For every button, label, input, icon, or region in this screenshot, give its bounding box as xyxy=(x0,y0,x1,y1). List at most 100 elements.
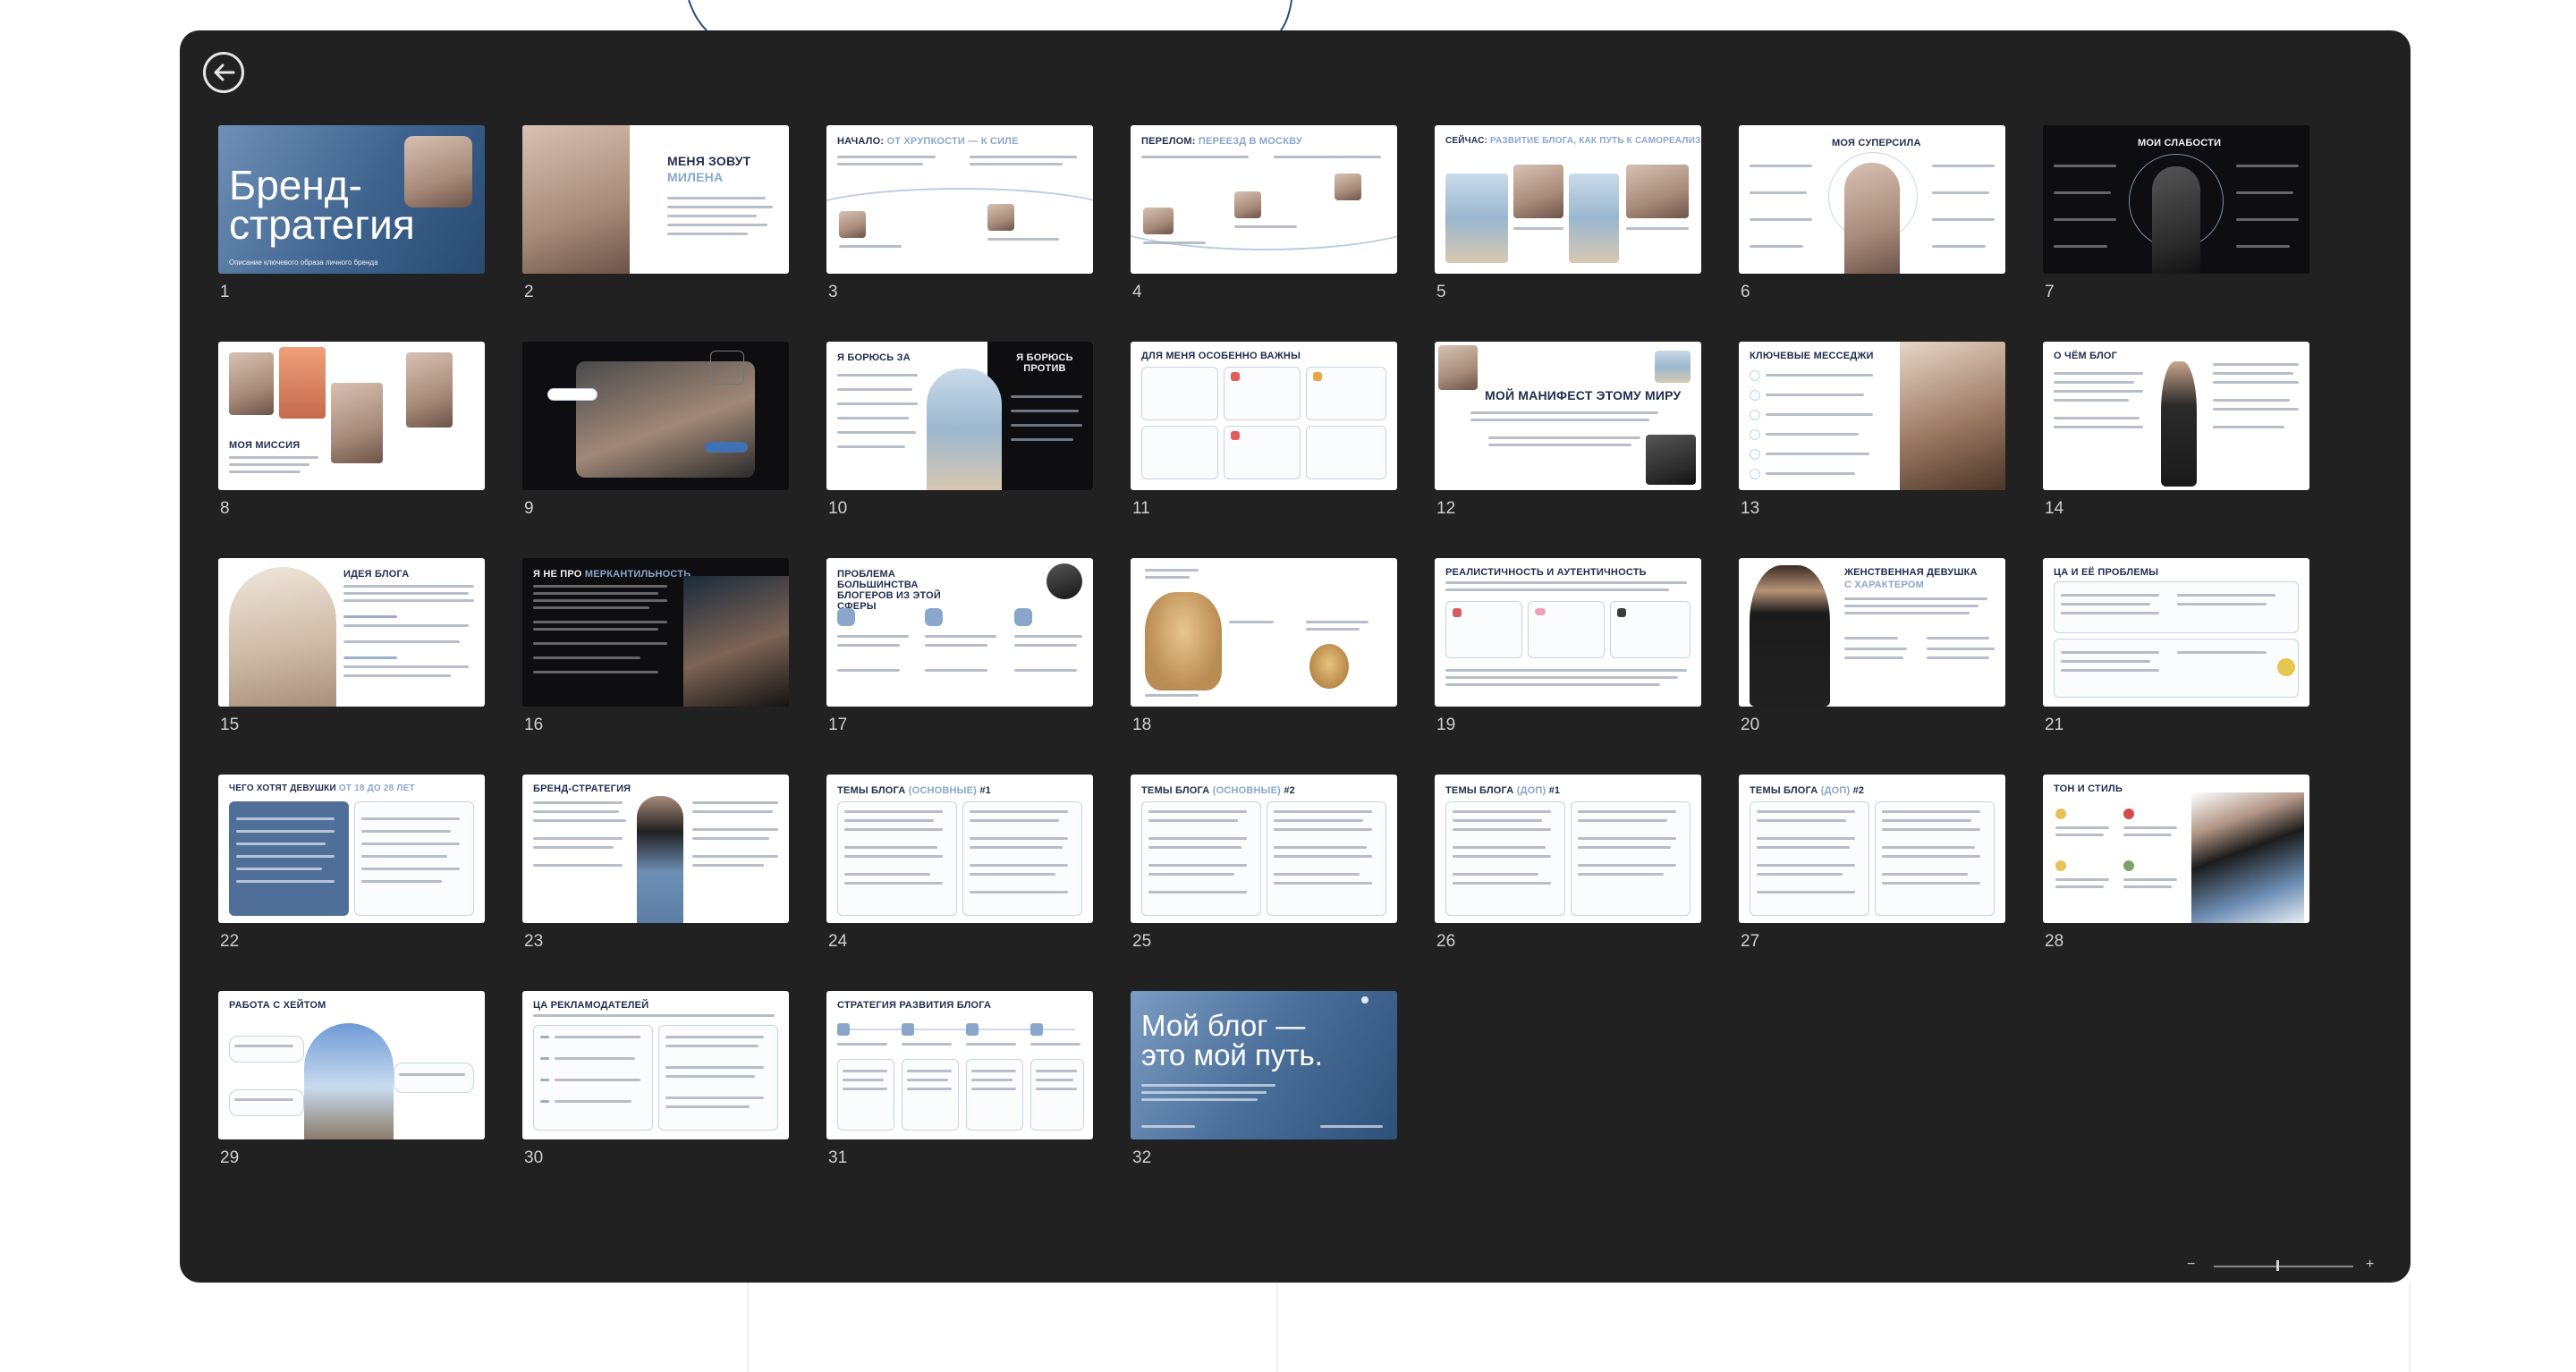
slide-number: 9 xyxy=(524,499,534,518)
slide-number: 26 xyxy=(1436,932,1456,951)
slide-thumbnail[interactable]: БРЕНД-СТРАТЕГИЯ 23 xyxy=(522,775,789,951)
slide-preview: О ЧЁМ БЛОГ xyxy=(2043,342,2309,490)
slide-title: СЕЙЧАС: xyxy=(1445,136,1488,146)
photo xyxy=(1569,174,1619,263)
slide-title: Мой блог — это мой путь. xyxy=(1141,1009,1323,1071)
portrait-photo xyxy=(1900,342,2005,490)
slide-thumbnail[interactable]: ЖЕНСТВЕННАЯ ДЕВУШКА С ХАРАКТЕРОМ 20 xyxy=(1739,558,2005,734)
portrait-photo xyxy=(683,576,789,707)
slide-number: 25 xyxy=(1132,932,1152,951)
slide-title: СТРАТЕГИЯ РАЗВИТИЯ БЛОГА xyxy=(837,1000,992,1011)
slide-title-accent: (ОСНОВНЫЕ) xyxy=(1212,785,1282,796)
photo xyxy=(229,352,274,415)
slides-grid: Бренд- стратегия Описание ключевого обра… xyxy=(218,125,2309,1167)
slide-number: 31 xyxy=(828,1148,848,1167)
photo xyxy=(304,1023,394,1139)
slide-thumbnail[interactable]: Я БОРЮСЬ ЗА Я БОРЮСЬ ПРОТИВ 10 xyxy=(826,342,1093,518)
slide-thumbnail[interactable]: 18 xyxy=(1131,558,1397,734)
slide-number: 30 xyxy=(524,1148,544,1167)
slide-thumbnail[interactable]: СТРАТЕГИЯ РАЗВИТИЯ БЛОГА 31 xyxy=(826,991,1093,1167)
slide-thumbnail[interactable]: ТЕМЫ БЛОГА (ОСНОВНЫЕ) #1 24 xyxy=(826,775,1093,951)
slide-title-accent: (ДОП) xyxy=(1820,785,1851,796)
zoom-out-button[interactable]: − xyxy=(2187,1257,2195,1273)
photo xyxy=(1234,191,1261,218)
slide-preview: РЕАЛИСТИЧНОСТЬ И АУТЕНТИЧНОСТЬ xyxy=(1435,558,1701,707)
photo xyxy=(927,368,1002,490)
slide-thumbnail[interactable]: Я НЕ ПРО МЕРКАНТИЛЬНОСТЬ 16 xyxy=(522,558,789,734)
slide-number: 23 xyxy=(524,932,544,951)
slide-preview: ЖЕНСТВЕННАЯ ДЕВУШКА С ХАРАКТЕРОМ xyxy=(1739,558,2005,707)
slide-number: 2 xyxy=(524,283,534,301)
slide-preview: МОЯ МИССИЯ xyxy=(218,342,485,490)
slide-title: ЖЕНСТВЕННАЯ ДЕВУШКА xyxy=(1844,567,1978,578)
portrait-photo xyxy=(2152,166,2200,274)
slide-number: 7 xyxy=(2045,283,2055,301)
slide-thumbnail[interactable]: Бренд- стратегия Описание ключевого обра… xyxy=(218,125,485,301)
slide-preview: СЕЙЧАС: РАЗВИТИЕ БЛОГА, КАК ПУТЬ К САМОР… xyxy=(1435,125,1701,274)
slide-thumbnail[interactable]: МОЯ МИССИЯ 8 xyxy=(218,342,485,518)
photo xyxy=(1626,165,1689,218)
slide-preview: МОИ СЛАБОСТИ xyxy=(2043,125,2309,274)
photo xyxy=(987,204,1014,231)
slide-thumbnail[interactable]: МОЯ СУПЕРСИЛА 6 xyxy=(1739,125,2005,301)
slide-thumbnail[interactable]: ТЕМЫ БЛОГА (ДОП) #2 27 xyxy=(1739,775,2005,951)
slide-number: 18 xyxy=(1132,716,1152,734)
slide-title-tail: #2 xyxy=(1284,785,1295,796)
slide-number: 15 xyxy=(220,716,240,734)
slide-thumbnail[interactable]: МЕНЯ ЗОВУТ МИЛЕНА 2 xyxy=(522,125,789,301)
slide-title: Бренд- стратегия xyxy=(229,162,415,248)
page: Бренд- стратегия Описание ключевого обра… xyxy=(0,0,2576,1372)
caption-bubble xyxy=(705,442,748,453)
slide-title: МОЙ МАНИФЕСТ ЭТОМУ МИРУ xyxy=(1485,388,1682,402)
slide-number: 22 xyxy=(220,932,240,951)
slide-number: 13 xyxy=(1741,499,1760,518)
slide-preview: ЧЕГО ХОТЯТ ДЕВУШКИ ОТ 18 ДО 28 ЛЕТ xyxy=(218,775,485,923)
zoom-control: − + xyxy=(2187,1257,2384,1273)
slide-thumbnail[interactable]: ПЕРЕЛОМ: ПЕРЕЕЗД В МОСКВУ 4 xyxy=(1131,125,1397,301)
slide-thumbnail[interactable]: 9 xyxy=(522,342,789,518)
slide-thumbnail[interactable]: МОЙ МАНИФЕСТ ЭТОМУ МИРУ 12 xyxy=(1435,342,1701,518)
slide-title-accent: МИЛЕНА xyxy=(667,170,724,184)
zoom-slider-handle[interactable] xyxy=(2276,1260,2280,1271)
slide-thumbnail[interactable]: ТОН И СТИЛЬ 28 xyxy=(2043,775,2309,951)
slide-title: Я БОРЮСЬ ЗА xyxy=(837,352,911,363)
slide-preview: ТЕМЫ БЛОГА (ДОП) #2 xyxy=(1739,775,2005,923)
slide-number: 27 xyxy=(1741,932,1760,951)
slide-thumbnail[interactable]: ЦА И ЕЁ ПРОБЛЕМЫ 21 xyxy=(2043,558,2309,734)
slide-thumbnail[interactable]: ПРОБЛЕМА БОЛЬШИНСТВА БЛОГЕРОВ ИЗ ЭТОЙ СФ… xyxy=(826,558,1093,734)
back-button[interactable] xyxy=(203,52,244,93)
slide-thumbnail[interactable]: НАЧАЛО: ОТ ХРУПКОСТИ — К СИЛЕ 3 xyxy=(826,125,1093,301)
slide-thumbnail[interactable]: ДЛЯ МЕНЯ ОСОБЕННО ВАЖНЫ 11 xyxy=(1131,342,1397,518)
portrait-photo xyxy=(522,125,630,274)
slide-thumbnail[interactable]: Мой блог — это мой путь. 32 xyxy=(1131,991,1397,1167)
slide-thumbnail[interactable]: РАБОТА С ХЕЙТОМ 29 xyxy=(218,991,485,1167)
slide-title: ЦА РЕКЛАМОДАТЕЛЕЙ xyxy=(533,1000,649,1011)
photo xyxy=(1143,207,1174,234)
slide-thumbnail[interactable]: ТЕМЫ БЛОГА (ДОП) #1 26 xyxy=(1435,775,1701,951)
slide-number: 3 xyxy=(828,283,838,301)
slide-preview: КЛЮЧЕВЫЕ МЕССЕДЖИ xyxy=(1739,342,2005,490)
photo xyxy=(839,211,866,238)
portrait-photo xyxy=(2191,792,2304,923)
slide-preview xyxy=(522,342,789,490)
slide-thumbnail[interactable]: СЕЙЧАС: РАЗВИТИЕ БЛОГА, КАК ПУТЬ К САМОР… xyxy=(1435,125,1701,301)
slide-thumbnail[interactable]: ЧЕГО ХОТЯТ ДЕВУШКИ ОТ 18 ДО 28 ЛЕТ 22 xyxy=(218,775,485,951)
slide-number: 8 xyxy=(220,499,230,518)
slide-thumbnail[interactable]: РЕАЛИСТИЧНОСТЬ И АУТЕНТИЧНОСТЬ 19 xyxy=(1435,558,1701,734)
zoom-in-button[interactable]: + xyxy=(2366,1257,2374,1273)
slide-thumbnail[interactable]: ЦА РЕКЛАМОДАТЕЛЕЙ 30 xyxy=(522,991,789,1167)
slide-thumbnail[interactable]: МОИ СЛАБОСТИ 7 xyxy=(2043,125,2309,301)
slide-title-accent: ОТ ХРУПКОСТИ — К СИЛЕ xyxy=(886,136,1019,147)
slide-title: ДЛЯ МЕНЯ ОСОБЕННО ВАЖНЫ xyxy=(1141,351,1301,361)
slide-number: 29 xyxy=(220,1148,240,1167)
slide-title-accent: (ДОП) xyxy=(1516,785,1546,796)
slide-thumbnail[interactable]: КЛЮЧЕВЫЕ МЕССЕДЖИ 13 xyxy=(1739,342,2005,518)
slide-number: 17 xyxy=(828,716,848,734)
slide-thumbnail[interactable]: О ЧЁМ БЛОГ 14 xyxy=(2043,342,2309,518)
slide-preview: ИДЕЯ БЛОГА xyxy=(218,558,485,707)
slide-title-accent: РАЗВИТИЕ БЛОГА, КАК ПУТЬ К САМОРЕАЛИЗАЦИ… xyxy=(1490,136,1701,146)
zoom-slider-track[interactable] xyxy=(2214,1266,2353,1267)
slide-thumbnail[interactable]: ИДЕЯ БЛОГА 15 xyxy=(218,558,485,734)
slide-thumbnail[interactable]: ТЕМЫ БЛОГА (ОСНОВНЫЕ) #2 25 xyxy=(1131,775,1397,951)
slide-preview xyxy=(1131,558,1397,707)
